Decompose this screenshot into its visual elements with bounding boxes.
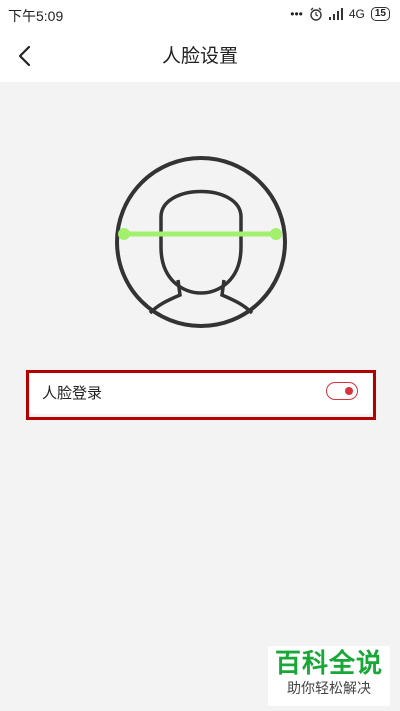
face-scan-illustration [114, 155, 288, 329]
face-login-row[interactable]: 人脸登录 [30, 372, 372, 414]
page-title: 人脸设置 [161, 45, 238, 67]
toggle-knob [345, 386, 353, 395]
face-login-label: 人脸登录 [42, 384, 103, 402]
battery-icon: 15 [370, 7, 390, 21]
status-bar: 下午5:09 ••• 4G 15 [0, 0, 400, 30]
watermark-subtitle: 助你轻松解决 [287, 681, 371, 697]
watermark: 百科全说 助你轻松解决 [268, 646, 390, 706]
status-time: 下午5:09 [8, 8, 64, 24]
network-type: 4G [348, 7, 365, 21]
alarm-icon [310, 7, 322, 21]
back-button[interactable] [10, 40, 42, 72]
watermark-title: 百科全说 [274, 649, 383, 679]
face-scan-icon [115, 156, 287, 328]
signal-icon [328, 8, 343, 20]
face-login-toggle[interactable] [326, 382, 358, 400]
header: 人脸设置 [0, 30, 400, 82]
chevron-left-icon [18, 45, 31, 67]
more-dots-icon: ••• [290, 7, 303, 21]
status-icons: ••• 4G 15 [290, 5, 390, 23]
